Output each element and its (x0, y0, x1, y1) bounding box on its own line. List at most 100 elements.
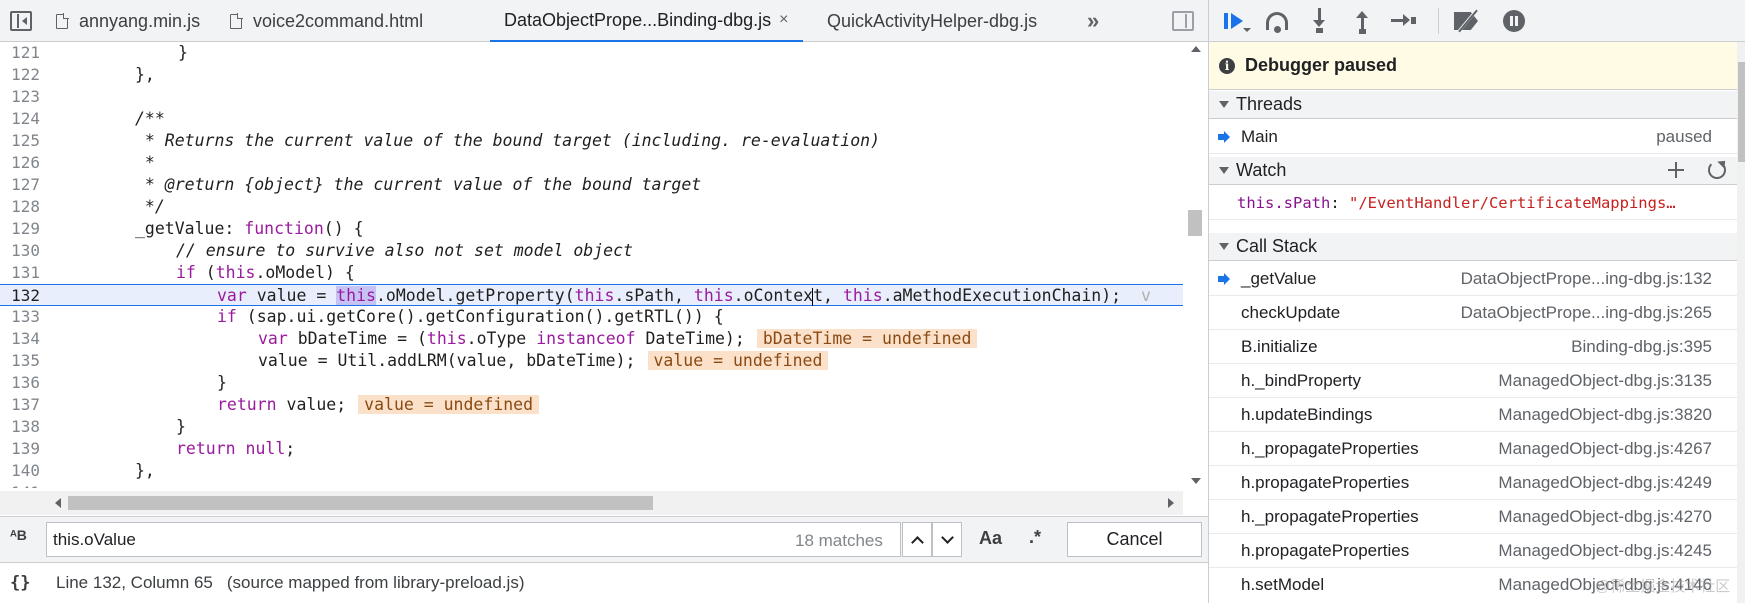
line-number[interactable]: 134 (0, 328, 40, 350)
pause-on-exceptions-button[interactable] (1501, 8, 1529, 34)
watermark-text: @稀土掘金技术社区 (1595, 578, 1731, 595)
deactivate-breakpoints-button[interactable] (1454, 8, 1482, 34)
line-number[interactable]: 136 (0, 372, 40, 394)
code-text: if (sap.ui.getCore().getConfiguration().… (217, 307, 724, 326)
scroll-up-icon[interactable] (1191, 46, 1201, 52)
call-frame-row[interactable]: h._propagateProperties ManagedObject-dbg.… (1209, 432, 1737, 466)
regex-button[interactable]: .* (1029, 527, 1041, 548)
find-input[interactable] (46, 522, 901, 557)
thread-row[interactable]: Main paused (1209, 120, 1737, 154)
toggle-navigator-icon[interactable] (10, 11, 32, 31)
frame-location[interactable]: ManagedObject-dbg.js:4249 (1498, 473, 1712, 493)
code-line: 135 value = Util.addLRM(value, bDateTime)… (0, 350, 1183, 372)
next-match-button[interactable] (932, 522, 962, 557)
step-button[interactable] (1389, 8, 1417, 34)
line-number[interactable]: 121 (0, 42, 40, 64)
tab-label: QuickActivityHelper-dbg.js (827, 10, 1038, 31)
line-number[interactable]: 124 (0, 108, 40, 130)
line-number[interactable]: 122 (0, 64, 40, 86)
code-line: 139 return null; (0, 438, 1183, 460)
watch-section-header[interactable]: Watch (1209, 157, 1737, 185)
threads-section-header[interactable]: Threads (1209, 91, 1737, 119)
code-view[interactable]: 121} 122}, 123 124 /** 125 * Returns the … (0, 42, 1183, 488)
frame-function: h.updateBindings (1241, 404, 1373, 424)
tab-annyang[interactable]: annyang.min.js (56, 0, 200, 42)
cancel-button[interactable]: Cancel (1067, 522, 1202, 557)
scrollbar-thumb[interactable] (68, 496, 653, 510)
scrollbar-thumb[interactable] (1188, 210, 1202, 236)
editor-horizontal-scrollbar[interactable] (0, 491, 1183, 515)
line-number[interactable]: 125 (0, 130, 40, 152)
previous-match-button[interactable] (902, 522, 932, 557)
source-map-info[interactable]: (source mapped from library-preload.js) (227, 573, 525, 593)
line-number[interactable]: 130 (0, 240, 40, 262)
frame-location[interactable]: ManagedObject-dbg.js:4267 (1498, 439, 1712, 459)
code-comment: * (135, 153, 155, 172)
scroll-right-icon[interactable] (1168, 498, 1174, 508)
debugger-scrollbar[interactable] (1737, 42, 1745, 603)
line-number[interactable]: 139 (0, 438, 40, 460)
replace-toggle-icon[interactable]: ᴬB (10, 527, 36, 553)
pretty-print-button[interactable]: {} (10, 573, 38, 593)
call-frame-row[interactable]: h.propagateProperties ManagedObject-dbg.j… (1209, 534, 1737, 568)
line-number[interactable]: 141 (0, 482, 40, 488)
scrollbar-thumb[interactable] (1738, 62, 1745, 162)
frame-location[interactable]: DataObjectPrope...ing-dbg.js:132 (1461, 269, 1712, 289)
frame-location[interactable]: ManagedObject-dbg.js:3135 (1498, 371, 1712, 391)
thread-state: paused (1656, 126, 1712, 146)
call-frame-row[interactable]: h._bindProperty ManagedObject-dbg.js:3135 (1209, 364, 1737, 398)
call-frame-row[interactable]: checkUpdate DataObjectPrope...ing-dbg.js:… (1209, 296, 1737, 330)
call-frame-row[interactable]: h._propagateProperties ManagedObject-dbg.… (1209, 500, 1737, 534)
refresh-watch-icon[interactable] (1708, 161, 1726, 179)
resume-button[interactable] (1221, 8, 1251, 34)
step-out-button[interactable] (1349, 8, 1377, 34)
line-number[interactable]: 131 (0, 262, 40, 284)
code-line: 136} (0, 372, 1183, 394)
code-text: if (this.oModel) { (176, 263, 355, 282)
line-number[interactable]: 138 (0, 416, 40, 438)
step-over-button[interactable] (1264, 8, 1292, 34)
line-number[interactable]: 140 (0, 460, 40, 482)
code-comment: */ (135, 197, 165, 216)
line-number[interactable]: 135 (0, 350, 40, 372)
step-into-button[interactable] (1306, 8, 1334, 34)
frame-location[interactable]: ManagedObject-dbg.js:4245 (1498, 541, 1712, 561)
toggle-debugger-sidebar-icon[interactable] (1172, 11, 1194, 31)
tab-quickactivityhelper[interactable]: QuickActivityHelper-dbg.js (827, 0, 1037, 42)
code-line: 130 // ensure to survive also not set mod… (0, 240, 1183, 262)
frame-location[interactable]: Binding-dbg.js:395 (1571, 337, 1712, 357)
code-line: 126 * (0, 152, 1183, 174)
frame-location[interactable]: DataObjectPrope...ing-dbg.js:265 (1461, 303, 1712, 323)
call-stack-section-header[interactable]: Call Stack (1209, 233, 1737, 261)
scroll-down-icon[interactable] (1191, 478, 1201, 484)
line-number[interactable]: 123 (0, 86, 40, 108)
call-frame-row[interactable]: B.initialize Binding-dbg.js:395 (1209, 330, 1737, 364)
frame-location[interactable]: ManagedObject-dbg.js:3820 (1498, 405, 1712, 425)
line-number[interactable]: 129 (0, 218, 40, 240)
line-number[interactable]: 137 (0, 394, 40, 416)
tab-dataobjectpropertybinding[interactable]: DataObjectPrope...Binding-dbg.js × (490, 0, 803, 42)
expand-triangle-icon (1219, 167, 1229, 174)
code-text: } (217, 373, 227, 392)
add-watch-expression-icon[interactable] (1668, 162, 1684, 178)
call-frame-row[interactable]: h.updateBindings ManagedObject-dbg.js:382… (1209, 398, 1737, 432)
frame-function: h.propagateProperties (1241, 472, 1410, 492)
more-tabs-icon[interactable]: » (1087, 8, 1099, 34)
close-tab-icon[interactable]: × (779, 11, 788, 29)
line-number[interactable]: 127 (0, 174, 40, 196)
editor-vertical-scrollbar[interactable] (1183, 42, 1208, 488)
tab-voice2command[interactable]: voice2command.html (230, 0, 423, 42)
line-number[interactable]: 126 (0, 152, 40, 174)
code-text: var bDateTime = (this.oType instanceof D… (258, 328, 978, 350)
watch-expression-row[interactable]: this.sPath: "/EventHandler/CertificateMa… (1209, 186, 1737, 220)
match-case-button[interactable]: Aa (979, 528, 1002, 549)
line-number[interactable]: 128 (0, 196, 40, 218)
call-frame-row[interactable]: h.propagateProperties ManagedObject-dbg.j… (1209, 466, 1737, 500)
frame-function: h.propagateProperties (1241, 540, 1410, 560)
frame-location[interactable]: ManagedObject-dbg.js:4270 (1498, 507, 1712, 527)
scroll-left-icon[interactable] (55, 498, 61, 508)
call-frame-row[interactable]: _getValue DataObjectPrope...ing-dbg.js:13… (1209, 262, 1737, 296)
line-number[interactable]: 132 (0, 285, 40, 307)
line-number[interactable]: 133 (0, 306, 40, 328)
code-line: 140}, (0, 460, 1183, 482)
